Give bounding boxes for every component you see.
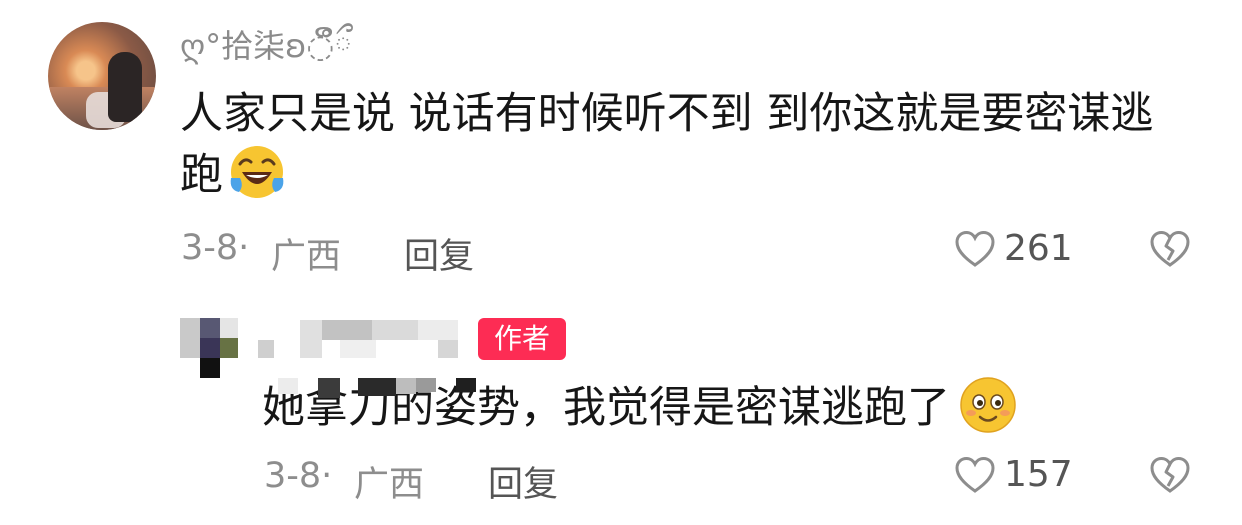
smile-emoji-icon — [958, 375, 1018, 435]
comment-date: 3-8· — [181, 228, 250, 268]
comment-text-body: 人家只是说 说话有时候听不到 到你这就是要密谋逃跑 — [180, 89, 1154, 200]
blur-block — [318, 378, 340, 398]
like-button[interactable]: 261 — [954, 228, 1073, 269]
blur-block — [358, 378, 396, 396]
blur-block — [200, 358, 220, 378]
blur-block — [220, 318, 238, 338]
username[interactable]: ღ°拾柒ʚ◌̊ິྀ — [180, 22, 352, 70]
blur-block — [220, 338, 238, 358]
laughing-crying-emoji-icon — [227, 142, 287, 202]
dislike-button[interactable] — [1149, 230, 1191, 272]
broken-heart-icon — [1150, 456, 1190, 493]
broken-heart-icon — [1150, 230, 1190, 267]
avatar[interactable] — [48, 22, 156, 130]
blur-block — [200, 338, 220, 358]
reply-button[interactable]: 回复 — [488, 456, 558, 507]
comment-location: 广西 — [271, 237, 342, 277]
author-badge: 作者 — [478, 318, 566, 360]
blur-block — [416, 378, 436, 392]
reply-button[interactable]: 回复 — [404, 228, 474, 279]
blur-block — [180, 318, 200, 358]
like-button[interactable]: 157 — [954, 454, 1073, 495]
dislike-button[interactable] — [1149, 456, 1191, 498]
reply-location: 广西 — [354, 465, 425, 505]
reply-date: 3-8· — [264, 456, 333, 496]
avatar-figure — [108, 52, 142, 122]
blur-block — [322, 320, 372, 340]
blur-block — [278, 378, 298, 394]
like-count: 157 — [1004, 454, 1073, 495]
comment-text: 人家只是说 说话有时候听不到 到你这就是要密谋逃跑 — [180, 84, 1190, 208]
blur-block — [340, 340, 376, 358]
blur-block — [396, 378, 416, 394]
blur-block — [456, 378, 476, 392]
heart-outline-icon — [955, 230, 995, 267]
like-count: 261 — [1004, 228, 1073, 269]
blur-block — [200, 318, 220, 338]
blur-block — [372, 320, 418, 340]
blur-block — [300, 320, 322, 358]
heart-outline-icon — [955, 456, 995, 493]
blur-block — [438, 340, 458, 358]
blur-block — [258, 340, 274, 358]
blur-block — [418, 320, 458, 340]
